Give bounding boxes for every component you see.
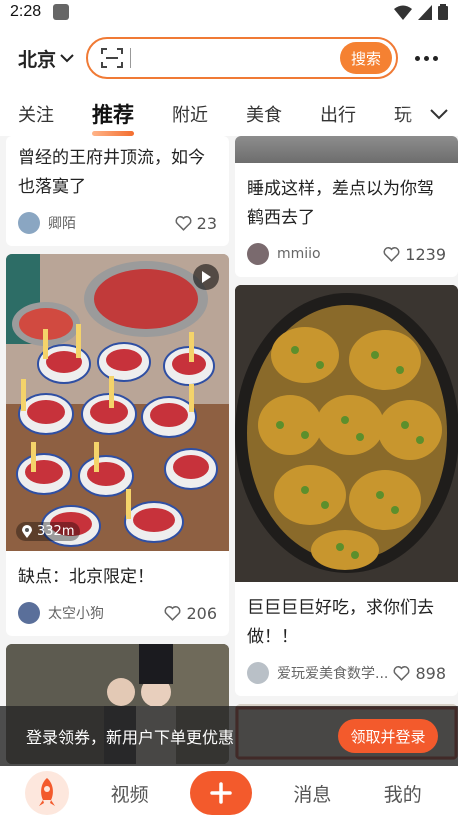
drinks-photo	[6, 254, 229, 551]
app-screen: 2:28 北京 搜索 关注 推荐 附近 美食 出行 玩 曾经的王府井顶流，如今也…	[0, 0, 458, 820]
like-button[interactable]: 23	[175, 214, 217, 233]
nav-messages[interactable]: 消息	[282, 780, 342, 807]
city-selector[interactable]: 北京	[18, 45, 86, 72]
card-meta: 太空小狗 206	[6, 592, 229, 636]
heart-icon	[393, 666, 410, 681]
chevron-down-icon	[430, 109, 448, 120]
more-options-button[interactable]	[409, 50, 444, 67]
like-button[interactable]: 206	[164, 604, 217, 623]
card-author[interactable]: mmiio	[277, 246, 379, 262]
card-title: 睡成这样，差点以为你驾鹤西去了	[247, 179, 434, 228]
card-meta: 卿陌 23	[6, 202, 229, 246]
signal-icon	[418, 4, 432, 20]
like-count: 898	[415, 663, 446, 683]
avatar[interactable]	[18, 212, 40, 234]
avatar[interactable]	[247, 662, 269, 684]
expand-tabs-button[interactable]	[404, 92, 458, 136]
category-tabs: 关注 推荐 附近 美食 出行 玩	[0, 92, 458, 136]
rocket-icon	[39, 778, 56, 806]
tab-travel[interactable]: 出行	[320, 101, 356, 127]
feed-card[interactable]: 巨巨巨巨好吃，求你们去做！！ 爱玩爱美食数学... 898	[235, 285, 458, 696]
card-image	[235, 136, 458, 163]
video-play-icon	[193, 264, 219, 290]
card-author[interactable]: 爱玩爱美食数学...	[277, 663, 389, 683]
nav-video[interactable]: 视频	[100, 780, 160, 807]
card-meta: mmiio 1239	[235, 233, 458, 277]
card-image: 332m	[6, 254, 229, 551]
heart-icon	[164, 606, 181, 621]
heart-icon	[175, 216, 192, 231]
feed-column-left: 曾经的王府井顶流，如今也落寞了 卿陌 23 332m 缺点：北京限定！ 太空小狗…	[6, 136, 229, 772]
heart-icon	[383, 247, 400, 262]
avatar[interactable]	[247, 243, 269, 265]
nav-home[interactable]	[25, 771, 70, 815]
wifi-icon	[394, 5, 412, 20]
status-icons	[394, 4, 448, 20]
notification-icon	[53, 4, 70, 20]
card-title: 缺点：北京限定！	[18, 567, 154, 587]
location-pin-icon	[22, 525, 32, 538]
feed-card[interactable]: 332m 缺点：北京限定！ 太空小狗 206	[6, 254, 229, 636]
location-badge: 332m	[16, 522, 81, 541]
plus-icon	[210, 782, 232, 804]
feed-card[interactable]: 曾经的王府井顶流，如今也落寞了 卿陌 23	[6, 136, 229, 246]
card-author[interactable]: 太空小狗	[48, 603, 160, 623]
tab-food[interactable]: 美食	[246, 101, 282, 127]
like-button[interactable]: 1239	[383, 245, 446, 264]
more-dot-icon	[424, 55, 429, 61]
food-photo	[235, 285, 458, 582]
city-label: 北京	[18, 48, 57, 71]
card-image	[235, 285, 458, 582]
status-time: 2:28	[10, 3, 42, 20]
feed-card[interactable]: 睡成这样，差点以为你驾鹤西去了 mmiio 1239	[235, 136, 458, 277]
card-title: 曾经的王府井顶流，如今也落寞了	[18, 148, 205, 197]
search-button[interactable]: 搜索	[340, 42, 392, 74]
publish-button[interactable]	[189, 771, 252, 815]
tab-following[interactable]: 关注	[18, 101, 54, 127]
search-input[interactable]	[131, 43, 340, 73]
card-meta: 爱玩爱美食数学... 898	[235, 652, 458, 696]
search-box[interactable]: 搜索	[86, 37, 398, 79]
tab-recommended[interactable]: 推荐	[92, 99, 134, 136]
scan-icon[interactable]	[100, 46, 124, 70]
distance-text: 332m	[37, 524, 75, 539]
card-author[interactable]: 卿陌	[48, 213, 171, 233]
nav-me[interactable]: 我的	[373, 780, 433, 807]
like-count: 23	[196, 213, 217, 233]
like-button[interactable]: 898	[393, 664, 446, 683]
login-promo-banner: 登录领券，新用户下单更优惠 领取并登录	[0, 706, 458, 766]
chevron-down-icon	[60, 54, 74, 63]
status-bar: 2:28	[0, 0, 458, 24]
promo-text: 登录领券，新用户下单更优惠	[26, 728, 235, 747]
more-dot-icon	[415, 55, 420, 61]
like-count: 1239	[405, 244, 446, 264]
avatar[interactable]	[18, 602, 40, 624]
feed-column-right: 睡成这样，差点以为你驾鹤西去了 mmiio 1239 巨巨巨巨好吃，求你们去做！…	[235, 136, 458, 768]
battery-icon	[438, 4, 448, 20]
like-count: 206	[186, 603, 217, 623]
top-header: 北京 搜索	[0, 24, 458, 92]
bottom-nav: 视频 消息 我的	[0, 766, 458, 820]
card-title: 巨巨巨巨好吃，求你们去做！！	[247, 598, 434, 647]
more-dot-icon	[433, 55, 438, 61]
claim-and-login-button[interactable]: 领取并登录	[338, 719, 438, 753]
tab-nearby[interactable]: 附近	[172, 101, 208, 127]
